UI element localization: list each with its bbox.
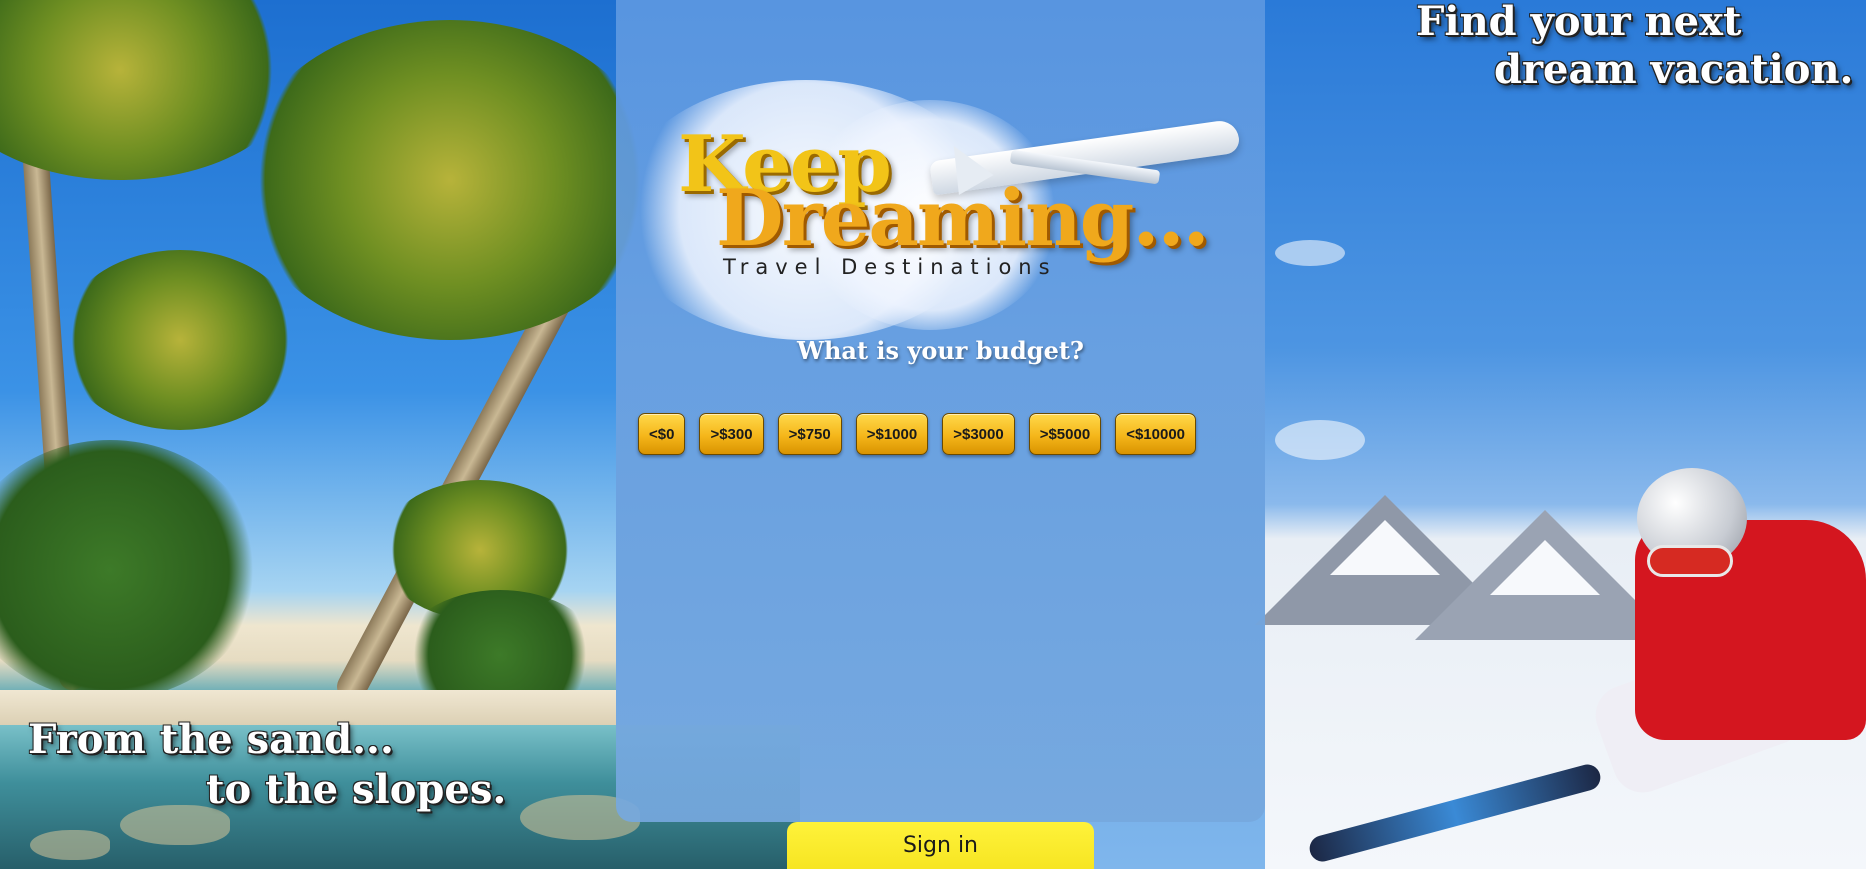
snow-cap [1330,520,1440,575]
ski-photo [1255,0,1866,869]
snow-cap [1490,540,1600,595]
logo-word-dreaming: Dreaming... [716,173,1210,264]
palm-leaves [60,250,300,430]
tagline-top-line1: Find your next [1416,0,1742,45]
budget-option-750[interactable]: >$750 [777,413,842,455]
fish [30,830,110,860]
budget-option-5000[interactable]: >$5000 [1028,413,1102,455]
budget-option-1000[interactable]: >$1000 [855,413,929,455]
budget-question: What is your budget? [797,336,1084,365]
budget-options: <$0 >$300 >$750 >$1000 >$3000 >$5000 <$1… [638,413,1197,455]
bush [0,440,260,700]
budget-option-0[interactable]: <$0 [638,413,686,455]
sign-in-button[interactable]: Sign in [787,822,1094,869]
cloud [1275,240,1345,266]
palm-leaves [240,20,660,340]
ski [1306,761,1604,865]
budget-option-300[interactable]: >$300 [699,413,764,455]
budget-option-10000[interactable]: <$10000 [1115,413,1197,455]
cloud [1275,420,1365,460]
budget-option-3000[interactable]: >$3000 [942,413,1015,455]
skier-goggles [1647,545,1733,577]
tagline-bottom-line1: From the sand... [28,716,394,763]
logo-subtitle: Travel Destinations [723,255,1057,279]
tagline-bottom-line2: to the slopes. [206,766,507,813]
tagline-top-line2: dream vacation. [1494,46,1854,93]
page-background: Keep Dreaming... Travel Destinations Wha… [0,0,1866,869]
